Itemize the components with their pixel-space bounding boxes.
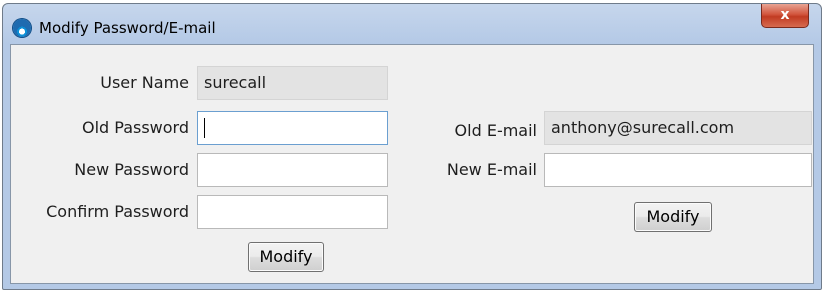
old-email-label: Old E-mail xyxy=(454,121,537,140)
user-name-label: User Name xyxy=(100,73,189,92)
modify-password-button[interactable]: Modify xyxy=(248,242,324,272)
app-icon xyxy=(13,19,31,37)
confirm-password-label: Confirm Password xyxy=(46,202,189,221)
dialog-body: User Name surecall Old Password New Pass… xyxy=(10,44,814,284)
old-email-field: anthony@surecall.com xyxy=(544,111,812,145)
modify-email-button[interactable]: Modify xyxy=(634,202,712,232)
new-password-label: New Password xyxy=(74,160,189,179)
window-title: Modify Password/E-mail xyxy=(39,19,216,37)
old-password-field[interactable] xyxy=(197,111,388,145)
new-email-field[interactable] xyxy=(544,153,812,187)
new-email-label: New E-mail xyxy=(446,160,537,179)
text-caret xyxy=(204,118,205,138)
user-name-field: surecall xyxy=(197,66,388,100)
modify-password-email-dialog: Modify Password/E-mail x User Name surec… xyxy=(2,3,822,290)
confirm-password-field[interactable] xyxy=(197,195,388,229)
old-password-label: Old Password xyxy=(81,118,189,137)
title-bar[interactable]: Modify Password/E-mail x xyxy=(3,4,821,44)
close-button[interactable]: x xyxy=(761,4,809,28)
new-password-field[interactable] xyxy=(197,153,388,187)
close-icon: x xyxy=(780,7,790,23)
